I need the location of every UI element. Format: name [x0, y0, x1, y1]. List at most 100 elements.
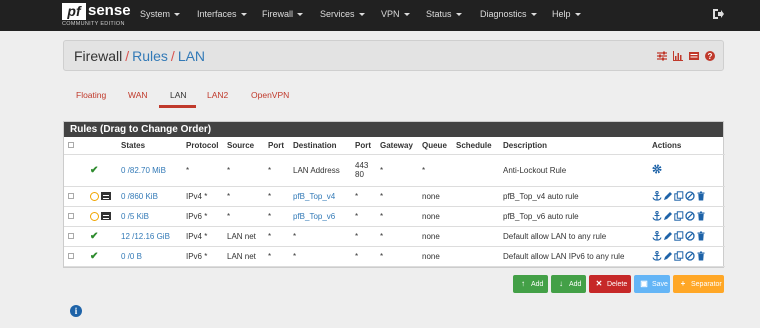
destination-cell: *	[289, 246, 351, 267]
gateway-cell: *	[376, 186, 418, 207]
trash-icon[interactable]	[696, 191, 706, 201]
schedule-cell	[452, 226, 499, 247]
source-port-cell: *	[264, 246, 289, 267]
tab-floating[interactable]: Floating	[76, 90, 106, 100]
col-source: Source	[223, 137, 264, 155]
header-icon-group: ?	[657, 51, 715, 61]
destination-link[interactable]: pfB_Top_v6	[293, 212, 335, 221]
select-all-header[interactable]	[64, 137, 86, 155]
list-icon[interactable]	[689, 51, 699, 61]
row-checkbox[interactable]	[68, 252, 74, 259]
add-rule-bottom-button[interactable]: ↓ Add	[551, 275, 586, 293]
breadcrumb-lan-link[interactable]: LAN	[178, 48, 205, 64]
bar-chart-icon[interactable]	[673, 51, 683, 61]
nav-help[interactable]: Help	[552, 9, 581, 19]
tab-lan2[interactable]: LAN2	[207, 90, 228, 100]
caret-down-icon	[297, 13, 304, 17]
copy-icon[interactable]	[674, 211, 684, 221]
pencil-icon[interactable]	[663, 231, 673, 241]
pencil-icon[interactable]	[663, 211, 673, 221]
anchor-icon[interactable]	[652, 251, 662, 261]
queue-cell: none	[418, 226, 452, 247]
nav-services[interactable]: Services	[320, 9, 365, 19]
destination-link[interactable]: pfB_Top_v4	[293, 192, 335, 201]
queue-icon	[101, 212, 111, 221]
sliders-icon[interactable]	[657, 51, 667, 61]
table-row[interactable]: ✔ 0 /82.70 MiB * * * LAN Address 443 80 *…	[64, 154, 725, 187]
active-tab-indicator	[159, 105, 196, 108]
pencil-icon[interactable]	[663, 251, 673, 261]
source-port-cell: *	[264, 154, 289, 187]
logout-icon[interactable]	[712, 8, 724, 20]
table-row[interactable]: ✔ 0 /0 B IPv6 * LAN net * * * * none Def…	[64, 246, 725, 267]
logo-pf-mark: pf	[62, 3, 86, 20]
col-schedule: Schedule	[452, 137, 499, 155]
select-all-checkbox[interactable]	[68, 141, 74, 148]
nav-status[interactable]: Status	[426, 9, 462, 19]
gear-icon[interactable]	[652, 164, 662, 176]
copy-icon[interactable]	[674, 251, 684, 261]
nav-firewall[interactable]: Firewall	[262, 9, 304, 19]
col-description: Description	[499, 137, 648, 155]
table-row[interactable]: ✔ 12 /12.16 GiB IPv4 * LAN net * * * * n…	[64, 226, 725, 247]
states-link[interactable]: 0 /5 KiB	[121, 212, 149, 221]
tab-wan[interactable]: WAN	[128, 90, 148, 100]
description-cell: Anti-Lockout Rule	[499, 154, 648, 187]
help-icon[interactable]: ?	[705, 51, 715, 61]
nav-vpn[interactable]: VPN	[381, 9, 410, 19]
save-icon: ▣	[640, 279, 648, 288]
destination-cell: LAN Address	[289, 154, 351, 187]
trash-icon[interactable]	[696, 231, 706, 241]
logo-sense-text: sense	[88, 2, 131, 19]
nav-system[interactable]: System	[140, 9, 181, 19]
check-icon: ✔	[90, 164, 99, 176]
ban-icon[interactable]	[685, 191, 695, 201]
delete-button[interactable]: ✕ Delete	[589, 275, 631, 293]
anchor-icon[interactable]	[652, 231, 662, 241]
nav-diagnostics[interactable]: Diagnostics	[480, 9, 537, 19]
table-row[interactable]: 0 /5 KiB IPv6 * * * pfB_Top_v6 * * none …	[64, 206, 725, 227]
copy-icon[interactable]	[674, 231, 684, 241]
pfsense-logo[interactable]: pf sense COMMUNITY EDITION	[62, 2, 131, 29]
tab-lan[interactable]: LAN	[170, 90, 187, 100]
ban-icon[interactable]	[685, 231, 695, 241]
source-cell: LAN net	[223, 246, 264, 267]
schedule-cell	[452, 186, 499, 207]
anchor-icon[interactable]	[652, 211, 662, 221]
row-actions	[652, 211, 706, 221]
gateway-cell: *	[376, 154, 418, 187]
anchor-icon[interactable]	[652, 191, 662, 201]
row-actions	[652, 231, 706, 241]
dest-port-cell: *	[351, 206, 376, 227]
row-checkbox[interactable]	[68, 212, 74, 219]
pencil-icon[interactable]	[663, 191, 673, 201]
info-icon[interactable]: i	[70, 305, 82, 317]
trash-icon[interactable]	[696, 251, 706, 261]
page-header: Firewall / Rules / LAN ?	[63, 40, 724, 71]
dest-port-cell: *	[351, 186, 376, 207]
check-icon: ✔	[90, 250, 99, 262]
trash-icon: ✕	[595, 279, 603, 288]
row-checkbox[interactable]	[68, 192, 74, 199]
trash-icon[interactable]	[696, 211, 706, 221]
tab-openvpn[interactable]: OpenVPN	[251, 90, 289, 100]
states-link[interactable]: 0 /860 KiB	[121, 192, 158, 201]
breadcrumb-rules-link[interactable]: Rules	[132, 48, 168, 64]
states-link[interactable]: 0 /82.70 MiB	[121, 166, 166, 175]
save-button[interactable]: ▣ Save	[634, 275, 670, 293]
states-link[interactable]: 12 /12.16 GiB	[121, 232, 170, 241]
table-row[interactable]: 0 /860 KiB IPv4 * * * pfB_Top_v4 * * non…	[64, 186, 725, 207]
ban-icon[interactable]	[685, 211, 695, 221]
add-rule-top-button[interactable]: ↑ Add	[513, 275, 548, 293]
ban-icon[interactable]	[685, 251, 695, 261]
protocol-cell: IPv4 *	[182, 186, 223, 207]
separator-button[interactable]: + Separator	[673, 275, 724, 293]
copy-icon[interactable]	[674, 191, 684, 201]
caret-down-icon	[455, 13, 462, 17]
row-checkbox[interactable]	[68, 232, 74, 239]
rules-panel: Rules (Drag to Change Order) States Prot…	[63, 121, 725, 268]
panel-title: Rules (Drag to Change Order)	[64, 122, 723, 137]
nav-interfaces[interactable]: Interfaces	[197, 9, 247, 19]
states-link[interactable]: 0 /0 B	[121, 252, 142, 261]
queue-cell: none	[418, 206, 452, 227]
